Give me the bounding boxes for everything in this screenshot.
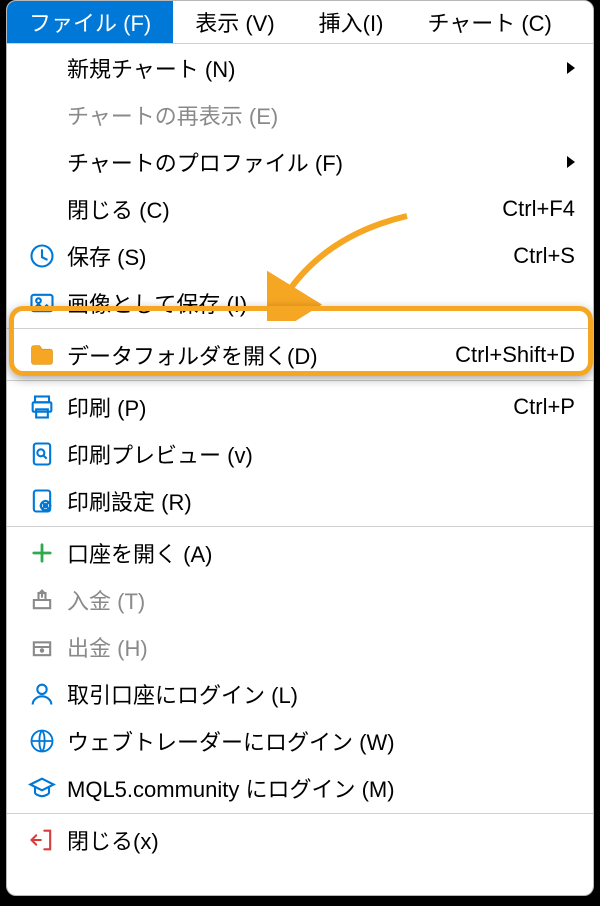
printer-icon — [17, 393, 67, 421]
menu-reopen-chart: チャートの再表示 (E) — [7, 91, 593, 138]
menu-print-preview[interactable]: 印刷プレビュー (v) — [7, 430, 593, 477]
image-icon — [17, 289, 67, 317]
menu-login-mql5[interactable]: MQL5.community にログイン (M) — [7, 764, 593, 811]
menu-login-trade[interactable]: 取引口座にログイン (L) — [7, 670, 593, 717]
globe-icon — [17, 727, 67, 755]
menu-withdraw-label: 出金 (H) — [67, 631, 575, 663]
menubar-file[interactable]: ファイル (F) — [7, 1, 173, 43]
menu-login-web[interactable]: ウェブトレーダーにログイン (W) — [7, 717, 593, 764]
menu-save-shortcut: Ctrl+S — [513, 243, 575, 269]
menubar-insert[interactable]: 挿入(I) — [297, 1, 406, 43]
menu-print-setup-label: 印刷設定 (R) — [67, 485, 575, 517]
menu-close[interactable]: 閉じる (C) Ctrl+F4 — [7, 185, 593, 232]
submenu-arrow-icon — [567, 156, 575, 168]
save-icon — [17, 242, 67, 270]
menu-chart-profile-label: チャートのプロファイル (F) — [67, 146, 559, 178]
print-preview-icon — [17, 440, 67, 468]
menu-login-trade-label: 取引口座にログイン (L) — [67, 678, 575, 710]
menu-open-data-folder[interactable]: データフォルダを開く(D) Ctrl+Shift+D — [7, 331, 593, 378]
menubar-insert-label: 挿入(I) — [319, 6, 384, 38]
plus-icon — [17, 539, 67, 567]
menu-save[interactable]: 保存 (S) Ctrl+S — [7, 232, 593, 279]
menubar-chart-label: チャート (C) — [427, 6, 551, 38]
menu-close-shortcut: Ctrl+F4 — [502, 196, 575, 222]
menu-close-label: 閉じる (C) — [67, 193, 502, 225]
menu-print-setup[interactable]: 印刷設定 (R) — [7, 477, 593, 524]
menu-open-account[interactable]: 口座を開く (A) — [7, 529, 593, 576]
file-menu-window: ファイル (F) 表示 (V) 挿入(I) チャート (C) 新規チャート (N… — [6, 0, 594, 896]
user-icon — [17, 680, 67, 708]
submenu-arrow-icon — [567, 62, 575, 74]
graduation-icon — [17, 774, 67, 802]
file-dropdown: 新規チャート (N) チャートの再表示 (E) チャートのプロファイル (F) … — [7, 43, 593, 863]
folder-icon — [17, 341, 67, 369]
menu-print-preview-label: 印刷プレビュー (v) — [67, 438, 575, 470]
menubar: ファイル (F) 表示 (V) 挿入(I) チャート (C) — [7, 1, 593, 43]
menu-deposit-label: 入金 (T) — [67, 584, 575, 616]
exit-icon — [17, 826, 67, 854]
print-settings-icon — [17, 487, 67, 515]
menu-new-chart-label: 新規チャート (N) — [67, 52, 559, 84]
menu-save-label: 保存 (S) — [67, 240, 513, 272]
menubar-chart[interactable]: チャート (C) — [405, 1, 573, 43]
menu-print-shortcut: Ctrl+P — [513, 394, 575, 420]
menu-open-data-shortcut: Ctrl+Shift+D — [455, 342, 575, 368]
deposit-icon — [17, 586, 67, 614]
menu-open-account-label: 口座を開く (A) — [67, 537, 575, 569]
menu-exit[interactable]: 閉じる(x) — [7, 816, 593, 863]
menu-deposit: 入金 (T) — [7, 576, 593, 623]
menu-open-data-label: データフォルダを開く(D) — [67, 339, 455, 371]
menu-print-label: 印刷 (P) — [67, 391, 513, 423]
menu-save-image-label: 画像として保存 (I) — [67, 287, 575, 319]
menubar-file-label: ファイル (F) — [29, 6, 151, 38]
menu-reopen-chart-label: チャートの再表示 (E) — [67, 99, 575, 131]
menu-withdraw: 出金 (H) — [7, 623, 593, 670]
menu-chart-profile[interactable]: チャートのプロファイル (F) — [7, 138, 593, 185]
menubar-view[interactable]: 表示 (V) — [173, 1, 296, 43]
menu-new-chart[interactable]: 新規チャート (N) — [7, 44, 593, 91]
menu-login-mql5-label: MQL5.community にログイン (M) — [67, 772, 575, 804]
menu-print[interactable]: 印刷 (P) Ctrl+P — [7, 383, 593, 430]
separator — [7, 526, 593, 527]
separator — [7, 380, 593, 381]
menubar-view-label: 表示 (V) — [195, 6, 274, 38]
separator — [7, 813, 593, 814]
menu-exit-label: 閉じる(x) — [67, 824, 575, 856]
menu-save-image[interactable]: 画像として保存 (I) — [7, 279, 593, 326]
menu-login-web-label: ウェブトレーダーにログイン (W) — [67, 725, 575, 757]
withdraw-icon — [17, 633, 67, 661]
separator — [7, 328, 593, 329]
